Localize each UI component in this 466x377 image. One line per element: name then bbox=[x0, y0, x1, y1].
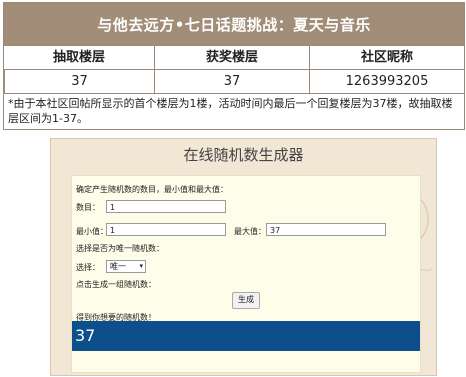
unique-select-value: 唯一 bbox=[110, 262, 126, 271]
floor-range-note: *由于本社区回帖所显示的首个楼层为1楼，活动时间内最后一个回复楼层为37楼，故抽… bbox=[4, 93, 464, 129]
unique-select[interactable]: 唯一 ▾ bbox=[106, 260, 146, 273]
unique-prompt: 选择是否为唯一随机数： bbox=[76, 244, 164, 253]
click-prompt: 点击生成一组随机数： bbox=[76, 280, 156, 289]
cell-draw-floor: 37 bbox=[4, 69, 154, 93]
announcement-title: 与他去远方•七日话题挑战：夏天与音乐 bbox=[4, 3, 464, 45]
max-label: 最大值： bbox=[234, 227, 266, 236]
min-input[interactable]: 1 bbox=[106, 223, 226, 236]
winner-grid: 抽取楼层 获奖楼层 社区昵称 37 37 1263993205 bbox=[4, 45, 464, 93]
header-win-floor: 获奖楼层 bbox=[154, 45, 309, 69]
header-draw-floor: 抽取楼层 bbox=[4, 45, 154, 69]
count-label: 数目： bbox=[76, 203, 100, 212]
result-display: 37 bbox=[72, 321, 420, 351]
count-input[interactable]: 1 bbox=[106, 200, 226, 213]
generator-title: 在线随机数生成器 bbox=[183, 146, 304, 164]
instruction-text: 确定产生随机数的数目，最小值和最大值： bbox=[76, 185, 228, 194]
select-label: 选择： bbox=[76, 263, 100, 272]
generate-button[interactable]: 生成 bbox=[232, 292, 260, 309]
max-input[interactable]: 37 bbox=[266, 223, 386, 236]
cell-win-floor: 37 bbox=[154, 69, 309, 93]
header-nickname: 社区昵称 bbox=[309, 45, 464, 69]
announcement-table: 与他去远方•七日话题挑战：夏天与音乐 抽取楼层 获奖楼层 社区昵称 37 37 … bbox=[3, 2, 465, 130]
chevron-down-icon: ▾ bbox=[139, 262, 143, 270]
random-generator-panel: 在线随机数生成器 确定产生随机数的数目，最小值和最大值： 数目： 1 最小值： … bbox=[50, 138, 437, 376]
min-label: 最小值： bbox=[76, 227, 108, 236]
cell-nickname: 1263993205 bbox=[309, 69, 464, 93]
